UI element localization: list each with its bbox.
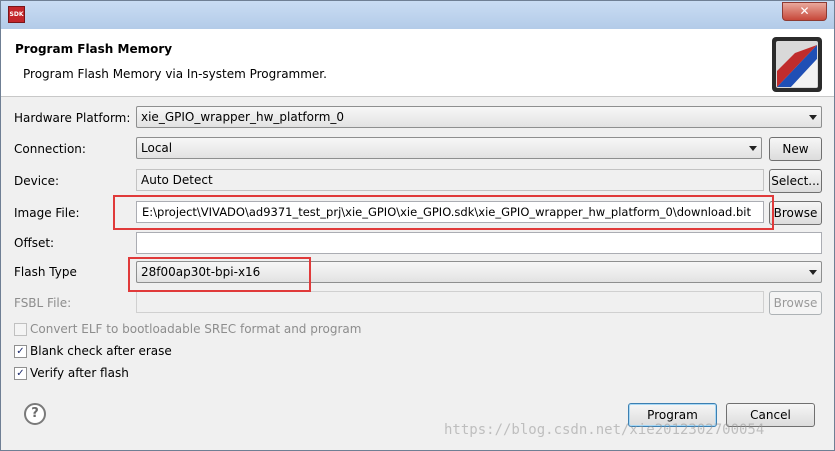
title-bar: SDK ✕ (1, 1, 834, 29)
flash-type-highlight (128, 257, 311, 292)
convert-elf-checkbox (14, 323, 27, 336)
hardware-platform-select[interactable]: xie_GPIO_wrapper_hw_platform_0 (136, 106, 822, 128)
program-flash-dialog: SDK ✕ Program Flash Memory Program Flash… (0, 0, 835, 451)
chevron-down-icon (809, 270, 817, 275)
header-title: Program Flash Memory (15, 42, 173, 56)
flash-memory-logo-icon (772, 37, 822, 92)
help-icon[interactable]: ? (24, 403, 46, 425)
fsbl-file-input (136, 291, 764, 313)
dialog-header: Program Flash Memory Program Flash Memor… (1, 29, 834, 97)
close-icon: ✕ (799, 4, 810, 18)
flash-type-label: Flash Type (14, 265, 77, 279)
new-connection-button[interactable]: New (769, 137, 822, 161)
verify-flash-label[interactable]: Verify after flash (30, 365, 129, 381)
sdk-app-icon: SDK (8, 6, 25, 23)
close-button[interactable]: ✕ (782, 2, 827, 21)
hardware-platform-label: Hardware Platform: (14, 111, 131, 125)
blank-check-label[interactable]: Blank check after erase (30, 343, 172, 359)
browse-fsbl-button: Browse (769, 291, 822, 315)
chevron-down-icon (749, 146, 757, 151)
select-device-button[interactable]: Select... (769, 169, 822, 193)
verify-flash-checkbox[interactable]: ✓ (14, 367, 27, 380)
device-field: Auto Detect (136, 169, 764, 191)
connection-select[interactable]: Local (136, 137, 762, 159)
blank-check-checkbox[interactable]: ✓ (14, 345, 27, 358)
connection-value: Local (141, 141, 173, 155)
fsbl-file-label: FSBL File: (14, 296, 72, 310)
header-description: Program Flash Memory via In-system Progr… (23, 67, 327, 81)
image-file-label: Image File: (14, 206, 80, 220)
hardware-platform-value: xie_GPIO_wrapper_hw_platform_0 (141, 110, 345, 124)
convert-elf-label: Convert ELF to bootloadable SREC format … (30, 322, 362, 336)
chevron-down-icon (809, 115, 817, 120)
offset-input[interactable] (136, 232, 822, 254)
connection-label: Connection: (14, 142, 86, 156)
offset-label: Offset: (14, 236, 55, 250)
image-file-highlight (113, 195, 774, 230)
watermark-text: https://blog.csdn.net/xie2012302700054 (444, 422, 765, 438)
browse-image-button[interactable]: Browse (769, 201, 822, 225)
device-label: Device: (14, 174, 60, 188)
